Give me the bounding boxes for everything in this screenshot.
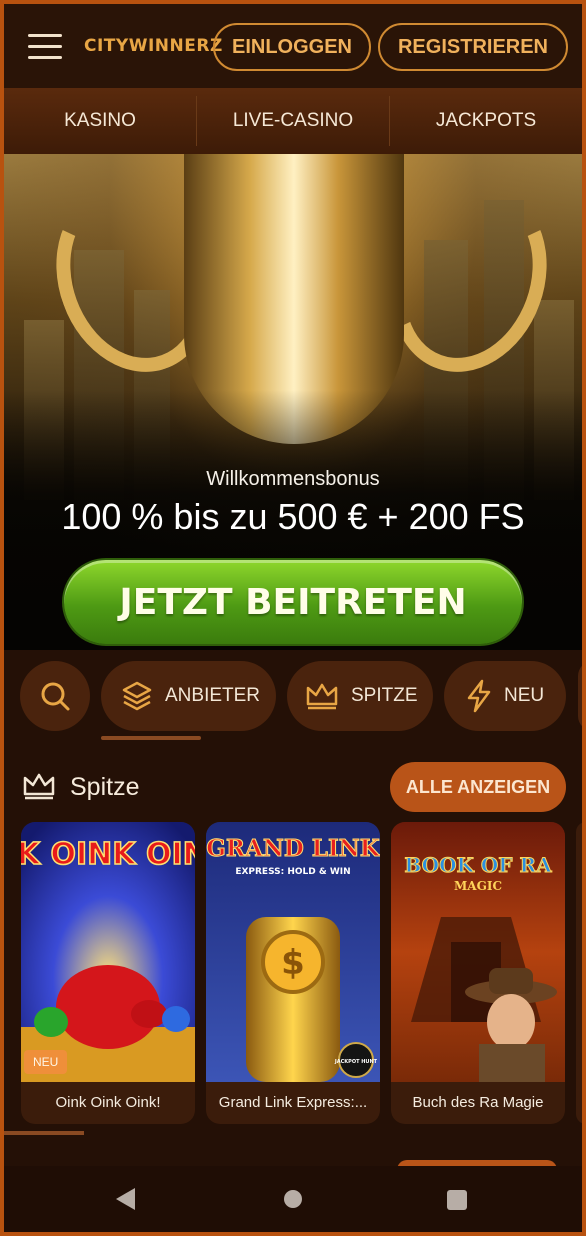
game-card[interactable]: OINK OINK OINK™ NEU Oink Oink Oink! bbox=[21, 822, 195, 1124]
filter-scroll-indicator bbox=[101, 736, 201, 740]
nav-item-live-casino[interactable]: LIVE-CASINO bbox=[197, 88, 389, 154]
recent-apps-icon[interactable] bbox=[447, 1190, 467, 1210]
filter-new[interactable]: NEU bbox=[444, 661, 566, 731]
crown-icon bbox=[306, 683, 338, 710]
filter-top[interactable]: SPITZE bbox=[287, 661, 433, 731]
filter-providers[interactable]: ANBIETER bbox=[101, 661, 276, 731]
game-title: Buch des Ra Magie bbox=[412, 1094, 544, 1111]
logo[interactable]: CITYWINNERZ bbox=[84, 36, 223, 56]
crown-icon bbox=[23, 773, 55, 800]
game-art-title: OINK OINK OINK™ bbox=[21, 837, 195, 872]
filter-label: NEU bbox=[504, 685, 545, 706]
category-filter-bar: ANBIETER SPITZE NEU bbox=[4, 650, 586, 750]
section-header-top: Spitze ALLE ANZEIGEN bbox=[4, 760, 582, 816]
new-badge: NEU bbox=[24, 1050, 68, 1074]
game-title: Oink Oink Oink! bbox=[55, 1094, 161, 1111]
android-nav-bar bbox=[0, 1166, 586, 1236]
home-icon[interactable] bbox=[284, 1190, 302, 1208]
filter-more[interactable] bbox=[578, 661, 586, 731]
show-all-button[interactable]: ALLE ANZEIGEN bbox=[390, 762, 566, 812]
game-art-title: GRAND LINK bbox=[206, 835, 380, 862]
top-header: CITYWINNERZ EINLOGGEN REGISTRIEREN bbox=[4, 4, 582, 88]
game-title: Grand Link Express:... bbox=[218, 1094, 368, 1111]
search-button[interactable] bbox=[20, 661, 90, 731]
hero-title: 100 % bis zu 500 € + 200 FS bbox=[61, 496, 525, 537]
game-art-subtitle: EXPRESS: HOLD & WIN bbox=[235, 867, 350, 877]
nav-item-casino[interactable]: KASINO bbox=[4, 88, 196, 154]
svg-text:$: $ bbox=[281, 943, 305, 983]
menu-icon[interactable] bbox=[28, 34, 62, 60]
section-title: Spitze bbox=[70, 773, 140, 801]
search-icon bbox=[41, 682, 70, 711]
game-card[interactable]: BOOK OF RA MAGIC Buch des Ra Magie bbox=[391, 822, 565, 1124]
hero-subtitle: Willkommensbonus bbox=[206, 468, 380, 490]
game-art-tag: JACKPOT HUNT bbox=[334, 1059, 378, 1065]
main-nav: KASINO LIVE-CASINO JACKPOTS bbox=[4, 88, 582, 154]
game-thumbnail: BOOK OF RA MAGIC bbox=[391, 822, 565, 1082]
hero-banner[interactable]: Willkommensbonus 100 % bis zu 500 € + 20… bbox=[4, 154, 582, 650]
game-card-peek[interactable] bbox=[576, 822, 586, 1124]
nav-item-jackpots[interactable]: JACKPOTS bbox=[390, 88, 582, 154]
join-now-button[interactable]: JETZT BEITRETEN bbox=[64, 560, 522, 644]
login-button[interactable]: EINLOGGEN bbox=[213, 23, 371, 71]
filter-label: ANBIETER bbox=[165, 685, 261, 706]
register-button[interactable]: REGISTRIEREN bbox=[378, 23, 568, 71]
carousel-scroll-indicator bbox=[4, 1131, 84, 1135]
filter-label: SPITZE bbox=[351, 685, 418, 706]
lightning-icon bbox=[467, 679, 491, 713]
layers-icon bbox=[122, 681, 152, 711]
game-art-subtitle: MAGIC bbox=[454, 879, 502, 893]
game-thumbnail: OINK OINK OINK™ bbox=[21, 822, 195, 1082]
game-card[interactable]: $ GRAND LINK EXPRESS: HOLD & WIN JACKPOT… bbox=[206, 822, 380, 1124]
game-art-title: BOOK OF RA bbox=[404, 853, 552, 877]
game-thumbnail: $ GRAND LINK EXPRESS: HOLD & WIN JACKPOT… bbox=[206, 822, 380, 1082]
back-icon[interactable] bbox=[116, 1188, 135, 1210]
